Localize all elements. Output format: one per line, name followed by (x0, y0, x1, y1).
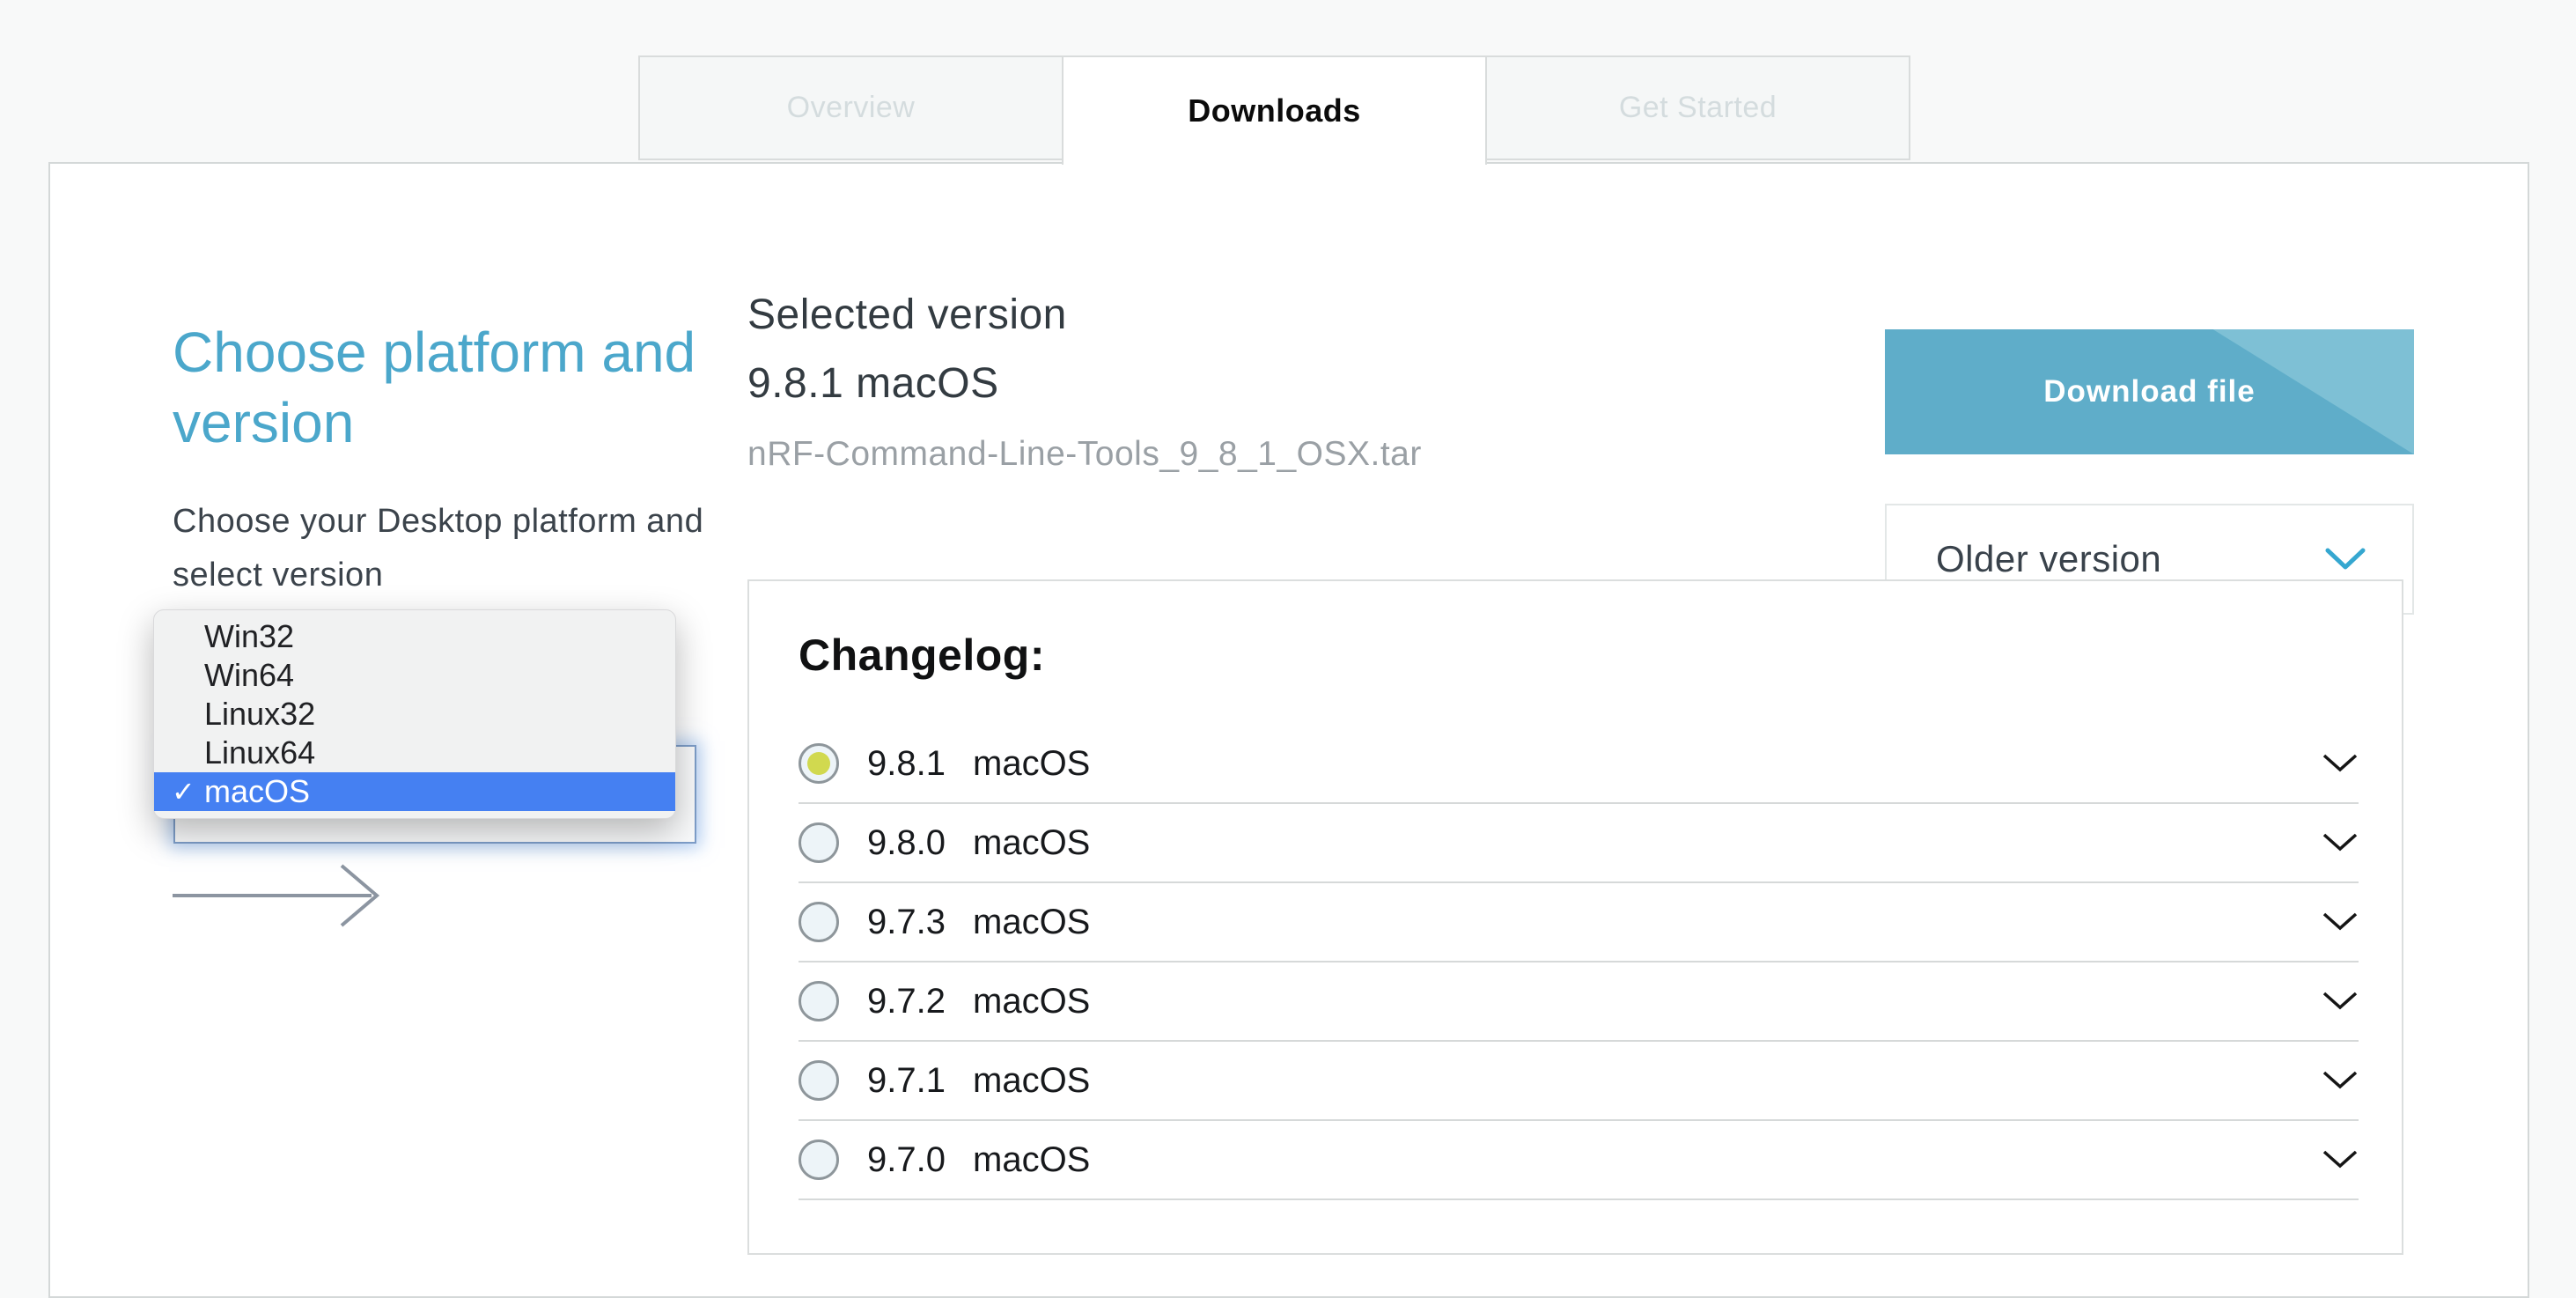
expand-chevron-down-icon[interactable] (2313, 1140, 2359, 1179)
version-platform: macOS (973, 744, 1090, 784)
version-radio[interactable] (799, 902, 839, 942)
version-radio[interactable] (799, 822, 839, 863)
version-number: 9.7.1 (867, 1061, 973, 1101)
chevron-down-icon (2324, 547, 2366, 572)
platform-option-linux64[interactable]: Linux64 (154, 734, 675, 772)
selected-version-filename: nRF-Command-Line-Tools_9_8_1_OSX.tar (747, 435, 1422, 474)
page-description: Choose your Desktop platform and select … (173, 495, 736, 602)
version-radio[interactable] (799, 1139, 839, 1180)
changelog-row-9-8-1: 9.8.1 macOS (799, 725, 2359, 804)
platform-option-label: Win32 (204, 618, 294, 655)
platform-option-linux32[interactable]: Linux32 (154, 695, 675, 734)
check-icon: ✓ (172, 775, 204, 808)
expand-chevron-down-icon[interactable] (2313, 1061, 2359, 1100)
version-radio[interactable] (799, 1060, 839, 1101)
tab-get-started-label: Get Started (1619, 91, 1777, 125)
platform-option-win64[interactable]: Win64 (154, 656, 675, 695)
tab-downloads-label: Downloads (1188, 92, 1361, 129)
version-number: 9.7.3 (867, 903, 973, 942)
version-number: 9.8.1 (867, 744, 973, 784)
version-number: 9.7.0 (867, 1140, 973, 1180)
version-platform: macOS (973, 982, 1090, 1021)
tab-bar: Overview Downloads Get Started (638, 55, 1910, 165)
platform-dropdown-popup: Win32 Win64 Linux32 Linux64 ✓ macOS (153, 609, 676, 819)
platform-option-win32[interactable]: Win32 (154, 617, 675, 656)
changelog-row-9-7-2: 9.7.2 macOS (799, 962, 2359, 1042)
changelog-panel: Changelog: 9.8.1 macOS 9.8.0 macOS (747, 579, 2403, 1255)
version-platform: macOS (973, 1061, 1090, 1101)
download-file-label: Download file (2043, 374, 2256, 409)
platform-option-label: Linux32 (204, 696, 315, 733)
version-number: 9.7.2 (867, 982, 973, 1021)
older-version-label: Older version (1936, 538, 2324, 580)
expand-chevron-down-icon[interactable] (2313, 982, 2359, 1021)
tab-downloads[interactable]: Downloads (1062, 55, 1487, 165)
changelog-row-9-7-3: 9.7.3 macOS (799, 883, 2359, 962)
platform-option-label: Linux64 (204, 734, 315, 771)
page: Overview Downloads Get Started Choose pl… (0, 0, 2576, 1286)
platform-option-label: Win64 (204, 657, 294, 694)
tab-get-started[interactable]: Get Started (1485, 55, 1910, 160)
expand-chevron-down-icon[interactable] (2313, 903, 2359, 941)
selected-version-title: Selected version (747, 291, 1067, 339)
tab-overview-label: Overview (787, 91, 916, 125)
page-title: Choose platform and version (173, 317, 710, 458)
download-file-button[interactable]: Download file (1885, 329, 2414, 454)
version-platform: macOS (973, 1140, 1090, 1180)
version-number: 9.8.0 (867, 823, 973, 863)
version-platform: macOS (973, 823, 1090, 863)
version-radio[interactable] (799, 743, 839, 784)
selected-version-value: 9.8.1 macOS (747, 359, 999, 408)
changelog-rows: 9.8.1 macOS 9.8.0 macOS 9.7.3 macOS (799, 725, 2359, 1200)
changelog-row-9-7-0: 9.7.0 macOS (799, 1121, 2359, 1200)
changelog-heading: Changelog: (799, 630, 1045, 681)
expand-chevron-down-icon[interactable] (2313, 823, 2359, 862)
tab-overview[interactable]: Overview (638, 55, 1064, 160)
platform-option-label: macOS (204, 773, 310, 810)
right-arrow-icon (173, 860, 384, 935)
version-platform: macOS (973, 903, 1090, 942)
platform-option-macos[interactable]: ✓ macOS (154, 772, 675, 811)
changelog-row-9-7-1: 9.7.1 macOS (799, 1042, 2359, 1121)
changelog-row-9-8-0: 9.8.0 macOS (799, 804, 2359, 883)
expand-chevron-down-icon[interactable] (2313, 744, 2359, 783)
version-radio[interactable] (799, 981, 839, 1021)
